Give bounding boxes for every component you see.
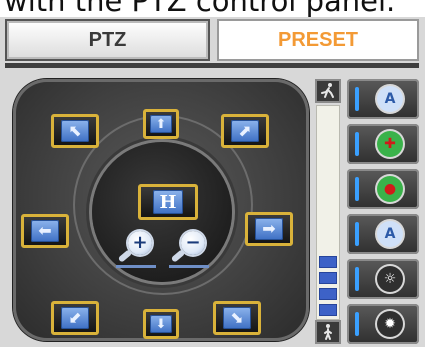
- home-label: H: [153, 190, 183, 214]
- pan-left-button[interactable]: ⬅: [21, 214, 69, 248]
- indicator-bar: [355, 87, 359, 111]
- brightness-high-button[interactable]: ✹: [347, 304, 419, 344]
- pan-up-left-button[interactable]: ⬉: [51, 114, 99, 148]
- sun-outline-icon: ☼: [377, 266, 403, 292]
- tab-ptz[interactable]: PTZ: [5, 19, 210, 61]
- arrow-up-icon: ⬆: [150, 115, 172, 133]
- auto-brightness-button[interactable]: A: [347, 214, 419, 254]
- arrow-up-right-icon: ⬈: [231, 120, 259, 142]
- auto-brightness-icon: A: [377, 221, 403, 247]
- running-person-icon[interactable]: [315, 79, 341, 103]
- speed-level-segment: [319, 304, 337, 316]
- indicator-bar: [355, 132, 359, 156]
- focus-red-icon: ✚: [377, 131, 403, 157]
- camera-controls-column: A ✚ ● A ☼ ✹: [347, 79, 419, 344]
- brightness-low-button[interactable]: ☼: [347, 259, 419, 299]
- zoom-out-handle: [170, 249, 186, 263]
- zoom-in-base: [116, 265, 156, 268]
- indicator-bar: [355, 312, 359, 336]
- speed-level-segment: [319, 272, 337, 284]
- arrow-down-right-icon: ⬊: [223, 307, 251, 329]
- pan-down-right-button[interactable]: ⬊: [213, 301, 261, 335]
- speed-level-segment: [319, 256, 337, 268]
- indicator-bar: [355, 267, 359, 291]
- pan-up-button[interactable]: ⬆: [143, 109, 179, 139]
- iris-auto-button[interactable]: A: [347, 79, 419, 119]
- tab-divider: [5, 63, 419, 68]
- speed-track[interactable]: [316, 105, 340, 320]
- pan-up-right-button[interactable]: ⬈: [221, 114, 269, 148]
- zoom-in-button[interactable]: +: [116, 231, 158, 273]
- zoom-out-base: [169, 265, 209, 268]
- speed-level-segment: [319, 288, 337, 300]
- walking-person-icon[interactable]: [315, 320, 341, 344]
- arrow-left-icon: ⬅: [31, 220, 59, 242]
- zoom-out-icon: −: [181, 231, 205, 255]
- joystick-pad: ⬉ ⬆ ⬈ ⬅ ➡ ⬋ ⬇ ⬊ H + −: [13, 79, 309, 341]
- arrow-down-left-icon: ⬋: [61, 307, 89, 329]
- ptz-control-panel: PTZ PRESET ⬉ ⬆ ⬈ ⬅ ➡ ⬋ ⬇ ⬊ H + − A ✚ ● A…: [0, 17, 425, 347]
- focus-far-button[interactable]: ●: [347, 169, 419, 209]
- focus-green-icon: ●: [377, 176, 403, 202]
- zoom-in-icon: +: [128, 231, 152, 255]
- focus-near-button[interactable]: ✚: [347, 124, 419, 164]
- sun-filled-icon: ✹: [377, 311, 403, 337]
- arrow-down-icon: ⬇: [150, 315, 172, 333]
- arrow-up-left-icon: ⬉: [61, 120, 89, 142]
- tab-preset[interactable]: PRESET: [217, 19, 419, 61]
- zoom-in-handle: [117, 249, 133, 263]
- arrow-right-icon: ➡: [255, 218, 283, 240]
- pan-down-left-button[interactable]: ⬋: [51, 301, 99, 335]
- indicator-bar: [355, 177, 359, 201]
- pan-right-button[interactable]: ➡: [245, 212, 293, 246]
- auto-iris-icon: A: [377, 86, 403, 112]
- pan-down-button[interactable]: ⬇: [143, 309, 179, 339]
- tab-bar: PTZ PRESET: [5, 19, 419, 68]
- indicator-bar: [355, 222, 359, 246]
- speed-slider[interactable]: [315, 79, 341, 344]
- home-button[interactable]: H: [138, 184, 198, 220]
- zoom-out-button[interactable]: −: [169, 231, 211, 273]
